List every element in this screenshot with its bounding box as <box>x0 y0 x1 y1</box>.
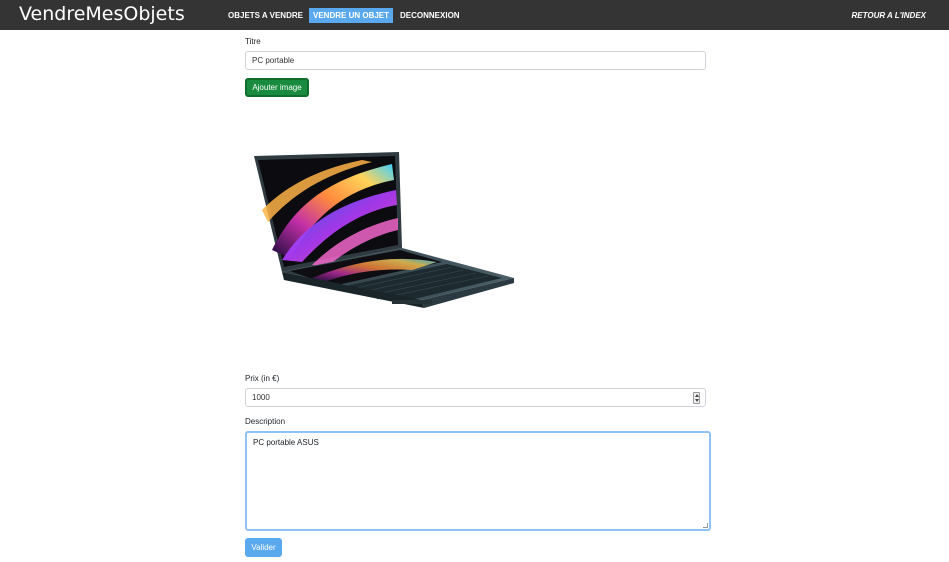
title-label: Titre <box>245 37 261 46</box>
price-label: Prix (in €) <box>245 374 280 383</box>
nav-objects-for-sale[interactable]: OBJETS A VENDRE <box>228 8 303 23</box>
brand-logo[interactable]: VendreMesObjets <box>19 3 185 25</box>
description-textarea[interactable]: PC portable ASUS <box>245 431 711 531</box>
navbar: VendreMesObjets OBJETS A VENDRE VENDRE U… <box>0 0 949 30</box>
resize-handle-icon[interactable] <box>703 523 708 528</box>
submit-button[interactable]: Valider <box>245 538 282 557</box>
laptop-image <box>254 152 514 308</box>
nav-back-to-index[interactable]: RETOUR A L'INDEX <box>852 8 927 23</box>
number-stepper[interactable] <box>693 392 700 404</box>
add-image-button[interactable]: Ajouter image <box>245 78 309 97</box>
price-input[interactable]: 1000 <box>245 388 706 407</box>
title-input[interactable]: PC portable <box>245 51 706 70</box>
price-value: 1000 <box>252 393 270 402</box>
description-label: Description <box>245 417 286 426</box>
description-value: PC portable ASUS <box>253 438 319 447</box>
nav-logout[interactable]: DECONNEXION <box>400 8 460 23</box>
nav-sell-object[interactable]: VENDRE UN OBJET <box>309 8 394 23</box>
